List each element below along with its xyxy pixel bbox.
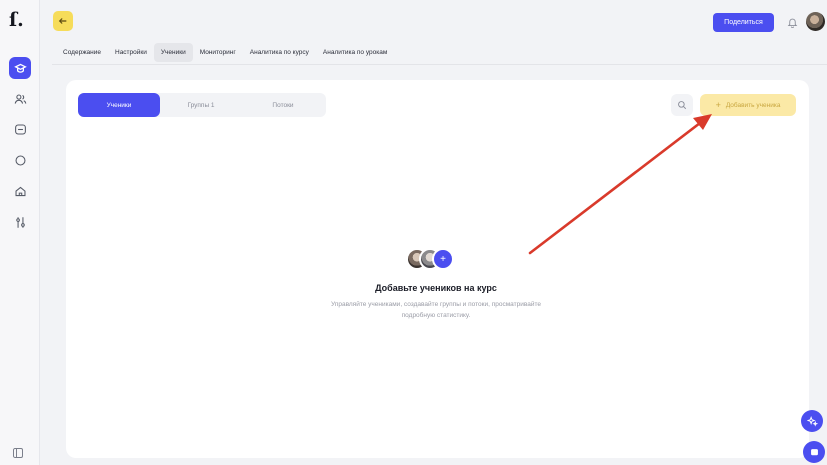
settings-icon[interactable] [9, 211, 31, 233]
students-segmented-control: Ученики Группы 1 Потоки [78, 93, 326, 117]
arrow-left-icon [58, 18, 67, 24]
empty-state-title: Добавьте учеников на курс [375, 283, 497, 293]
plus-icon[interactable]: + [432, 248, 454, 270]
tab-content[interactable]: Содержание [56, 43, 108, 62]
search-icon [678, 101, 687, 110]
tab-monitoring[interactable]: Мониторинг [193, 43, 243, 62]
tab-settings[interactable]: Настройки [108, 43, 154, 62]
logo[interactable]: ſ. [9, 10, 29, 30]
collapse-sidebar-icon[interactable] [12, 447, 24, 459]
search-button[interactable] [671, 94, 693, 116]
segment-groups[interactable]: Группы 1 [160, 93, 242, 117]
empty-state-avatars: + [406, 248, 466, 272]
support-chat-button[interactable] [803, 441, 825, 463]
share-button[interactable]: Поделиться [713, 13, 774, 32]
tabs-divider [52, 64, 827, 65]
home-icon[interactable] [9, 180, 31, 202]
course-tabs: Содержание Настройки Ученики Мониторинг … [56, 42, 394, 62]
add-student-label: Добавить ученика [725, 101, 781, 109]
user-avatar[interactable] [806, 12, 825, 31]
students-panel: Ученики Группы 1 Потоки + Добавить учени… [66, 80, 809, 458]
add-student-button[interactable]: + Добавить ученика [700, 94, 796, 116]
users-icon[interactable] [9, 88, 31, 110]
segment-students[interactable]: Ученики [78, 93, 160, 117]
chat-icon[interactable] [9, 118, 31, 140]
tab-lesson-analytics[interactable]: Аналитика по урокам [316, 43, 394, 62]
sidebar: ſ. [0, 0, 40, 465]
empty-state-description: Управляйте учениками, создавайте группы … [266, 299, 606, 321]
circle-icon[interactable] [9, 149, 31, 171]
bell-icon[interactable] [786, 16, 798, 28]
chat-bubble-icon [810, 448, 818, 455]
tab-course-analytics[interactable]: Аналитика по курсу [243, 43, 316, 62]
tab-students[interactable]: Ученики [153, 42, 193, 62]
empty-state-description-line2: подробную статистику. [401, 312, 471, 319]
course-icon[interactable] [9, 57, 31, 79]
assistant-button[interactable] [801, 410, 823, 432]
plus-icon: + [715, 99, 721, 110]
back-button[interactable] [53, 11, 73, 31]
empty-state-description-line1: Управляйте учениками, создавайте группы … [330, 301, 542, 308]
sparkle-icon [806, 415, 818, 427]
segment-streams[interactable]: Потоки [242, 93, 324, 117]
